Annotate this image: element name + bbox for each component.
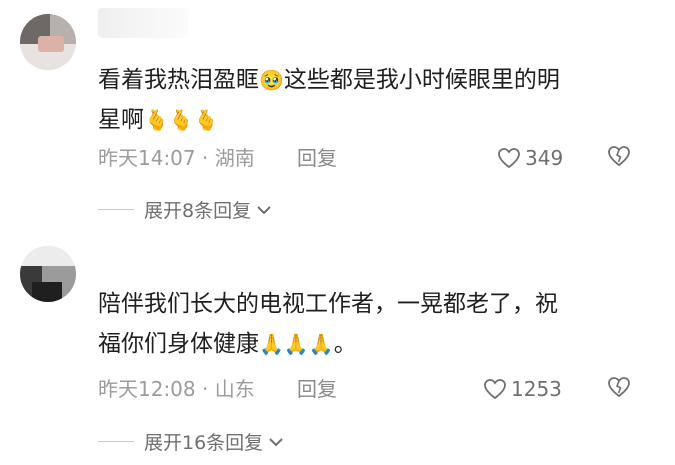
chevron-down-icon <box>257 205 271 214</box>
comment-text: 陪伴我们长大的电视工作者，一晃都老了，祝 福你们身体健康🙏🙏🙏。 <box>98 291 558 357</box>
divider-line <box>98 441 134 442</box>
comment-item: 陪伴我们长大的电视工作者，一晃都老了，祝 福你们身体健康🙏🙏🙏。 昨天12:08… <box>0 232 675 465</box>
reply-button[interactable]: 回复 <box>297 144 337 172</box>
heart-outline-icon <box>484 379 506 400</box>
comment-meta: 昨天14:07 · 湖南 <box>98 146 255 170</box>
dislike-button[interactable] <box>606 144 632 172</box>
finger-heart-icon: 🫰🫰🫰 <box>144 108 219 132</box>
divider-line <box>98 209 134 210</box>
like-button[interactable]: 349 <box>497 144 563 172</box>
chevron-down-icon <box>269 437 283 446</box>
username-blurred[interactable] <box>98 8 188 38</box>
reply-button[interactable]: 回复 <box>297 375 337 403</box>
expand-replies-button[interactable]: 展开8条回复 <box>98 196 273 223</box>
like-count: 1253 <box>511 377 562 401</box>
comment-meta: 昨天12:08 · 山东 <box>98 377 255 401</box>
avatar[interactable] <box>20 14 76 70</box>
broken-heart-icon <box>608 377 630 398</box>
comment-item: 看着我热泪盈眶🥹这些都是我小时候眼里的明 星啊🫰🫰🫰 昨天14:07 · 湖南 … <box>0 0 675 232</box>
comment-text: 看着我热泪盈眶🥹这些都是我小时候眼里的明 星啊🫰🫰🫰 <box>98 67 560 133</box>
like-count: 349 <box>525 146 564 170</box>
praying-hands-icon: 🙏🙏🙏 <box>259 332 334 356</box>
broken-heart-icon <box>608 146 630 167</box>
expand-replies-button[interactable]: 展开16条回复 <box>98 428 285 455</box>
heart-outline-icon <box>498 148 520 169</box>
avatar[interactable] <box>20 246 76 302</box>
like-button[interactable]: 1253 <box>483 375 562 403</box>
crying-smile-icon: 🥹 <box>259 68 284 92</box>
expand-replies-label: 展开16条回复 <box>144 432 264 454</box>
expand-replies-label: 展开8条回复 <box>144 200 252 222</box>
dislike-button[interactable] <box>606 375 632 403</box>
